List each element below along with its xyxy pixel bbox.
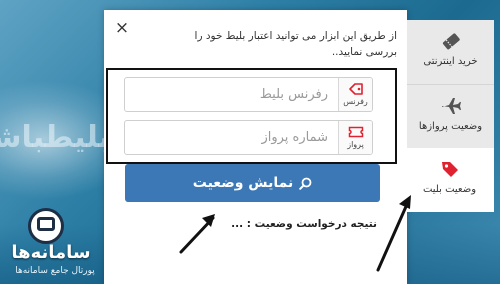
airplane-icon — [441, 98, 461, 114]
ticket-reference-addon: رفرنس — [338, 78, 372, 111]
side-tabs: خرید اینترنتی وضعیت پروازها وضعیت بلیت — [405, 20, 494, 212]
ticket-stub-icon — [442, 33, 460, 50]
ticket-reference-field: رفرنس — [124, 77, 373, 112]
logo-subtitle: پورتال جامع سامانه‌ها — [15, 266, 95, 276]
ticket-icon — [348, 126, 363, 138]
ticket-reference-input[interactable] — [131, 78, 328, 111]
pointer-arrow-icon — [376, 195, 411, 272]
tag-icon — [441, 162, 458, 177]
ticket-status-dialog: × از طریق این ابزار می توانید اعتبار بلی… — [104, 10, 407, 284]
flight-number-input[interactable] — [131, 121, 328, 154]
flight-number-addon-label: پرواز — [347, 140, 364, 149]
logo-name: سامانه‌ها — [11, 242, 91, 263]
tab-flight-status-label: وضعیت پروازها — [418, 121, 483, 132]
background-watermark: بلیطباشگ — [0, 120, 110, 155]
tab-online-purchase[interactable]: خرید اینترنتی — [407, 20, 494, 84]
flight-number-field: پرواز — [124, 120, 373, 155]
show-status-label: نمایش وضعیت — [192, 175, 294, 191]
tag-icon — [348, 83, 363, 95]
monitor-search-icon — [28, 208, 64, 244]
site-logo[interactable]: سامانه‌ها پورتال جامع سامانه‌ها — [10, 208, 106, 278]
dialog-intro-text: از طریق این ابزار می توانید اعتبار بلیط … — [194, 30, 397, 58]
tab-flight-status[interactable]: وضعیت پروازها — [407, 84, 494, 148]
show-status-button[interactable]: نمایش وضعیت — [125, 164, 380, 202]
status-result-text: نتیجه درخواست وضعیت : ... — [231, 218, 377, 230]
close-icon[interactable]: × — [114, 20, 130, 37]
pointer-arrow-icon — [179, 214, 215, 254]
flight-number-addon: پرواز — [338, 121, 372, 154]
tab-online-purchase-label: خرید اینترنتی — [423, 56, 478, 67]
search-icon — [299, 177, 312, 190]
ticket-reference-addon-label: رفرنس — [343, 97, 368, 106]
